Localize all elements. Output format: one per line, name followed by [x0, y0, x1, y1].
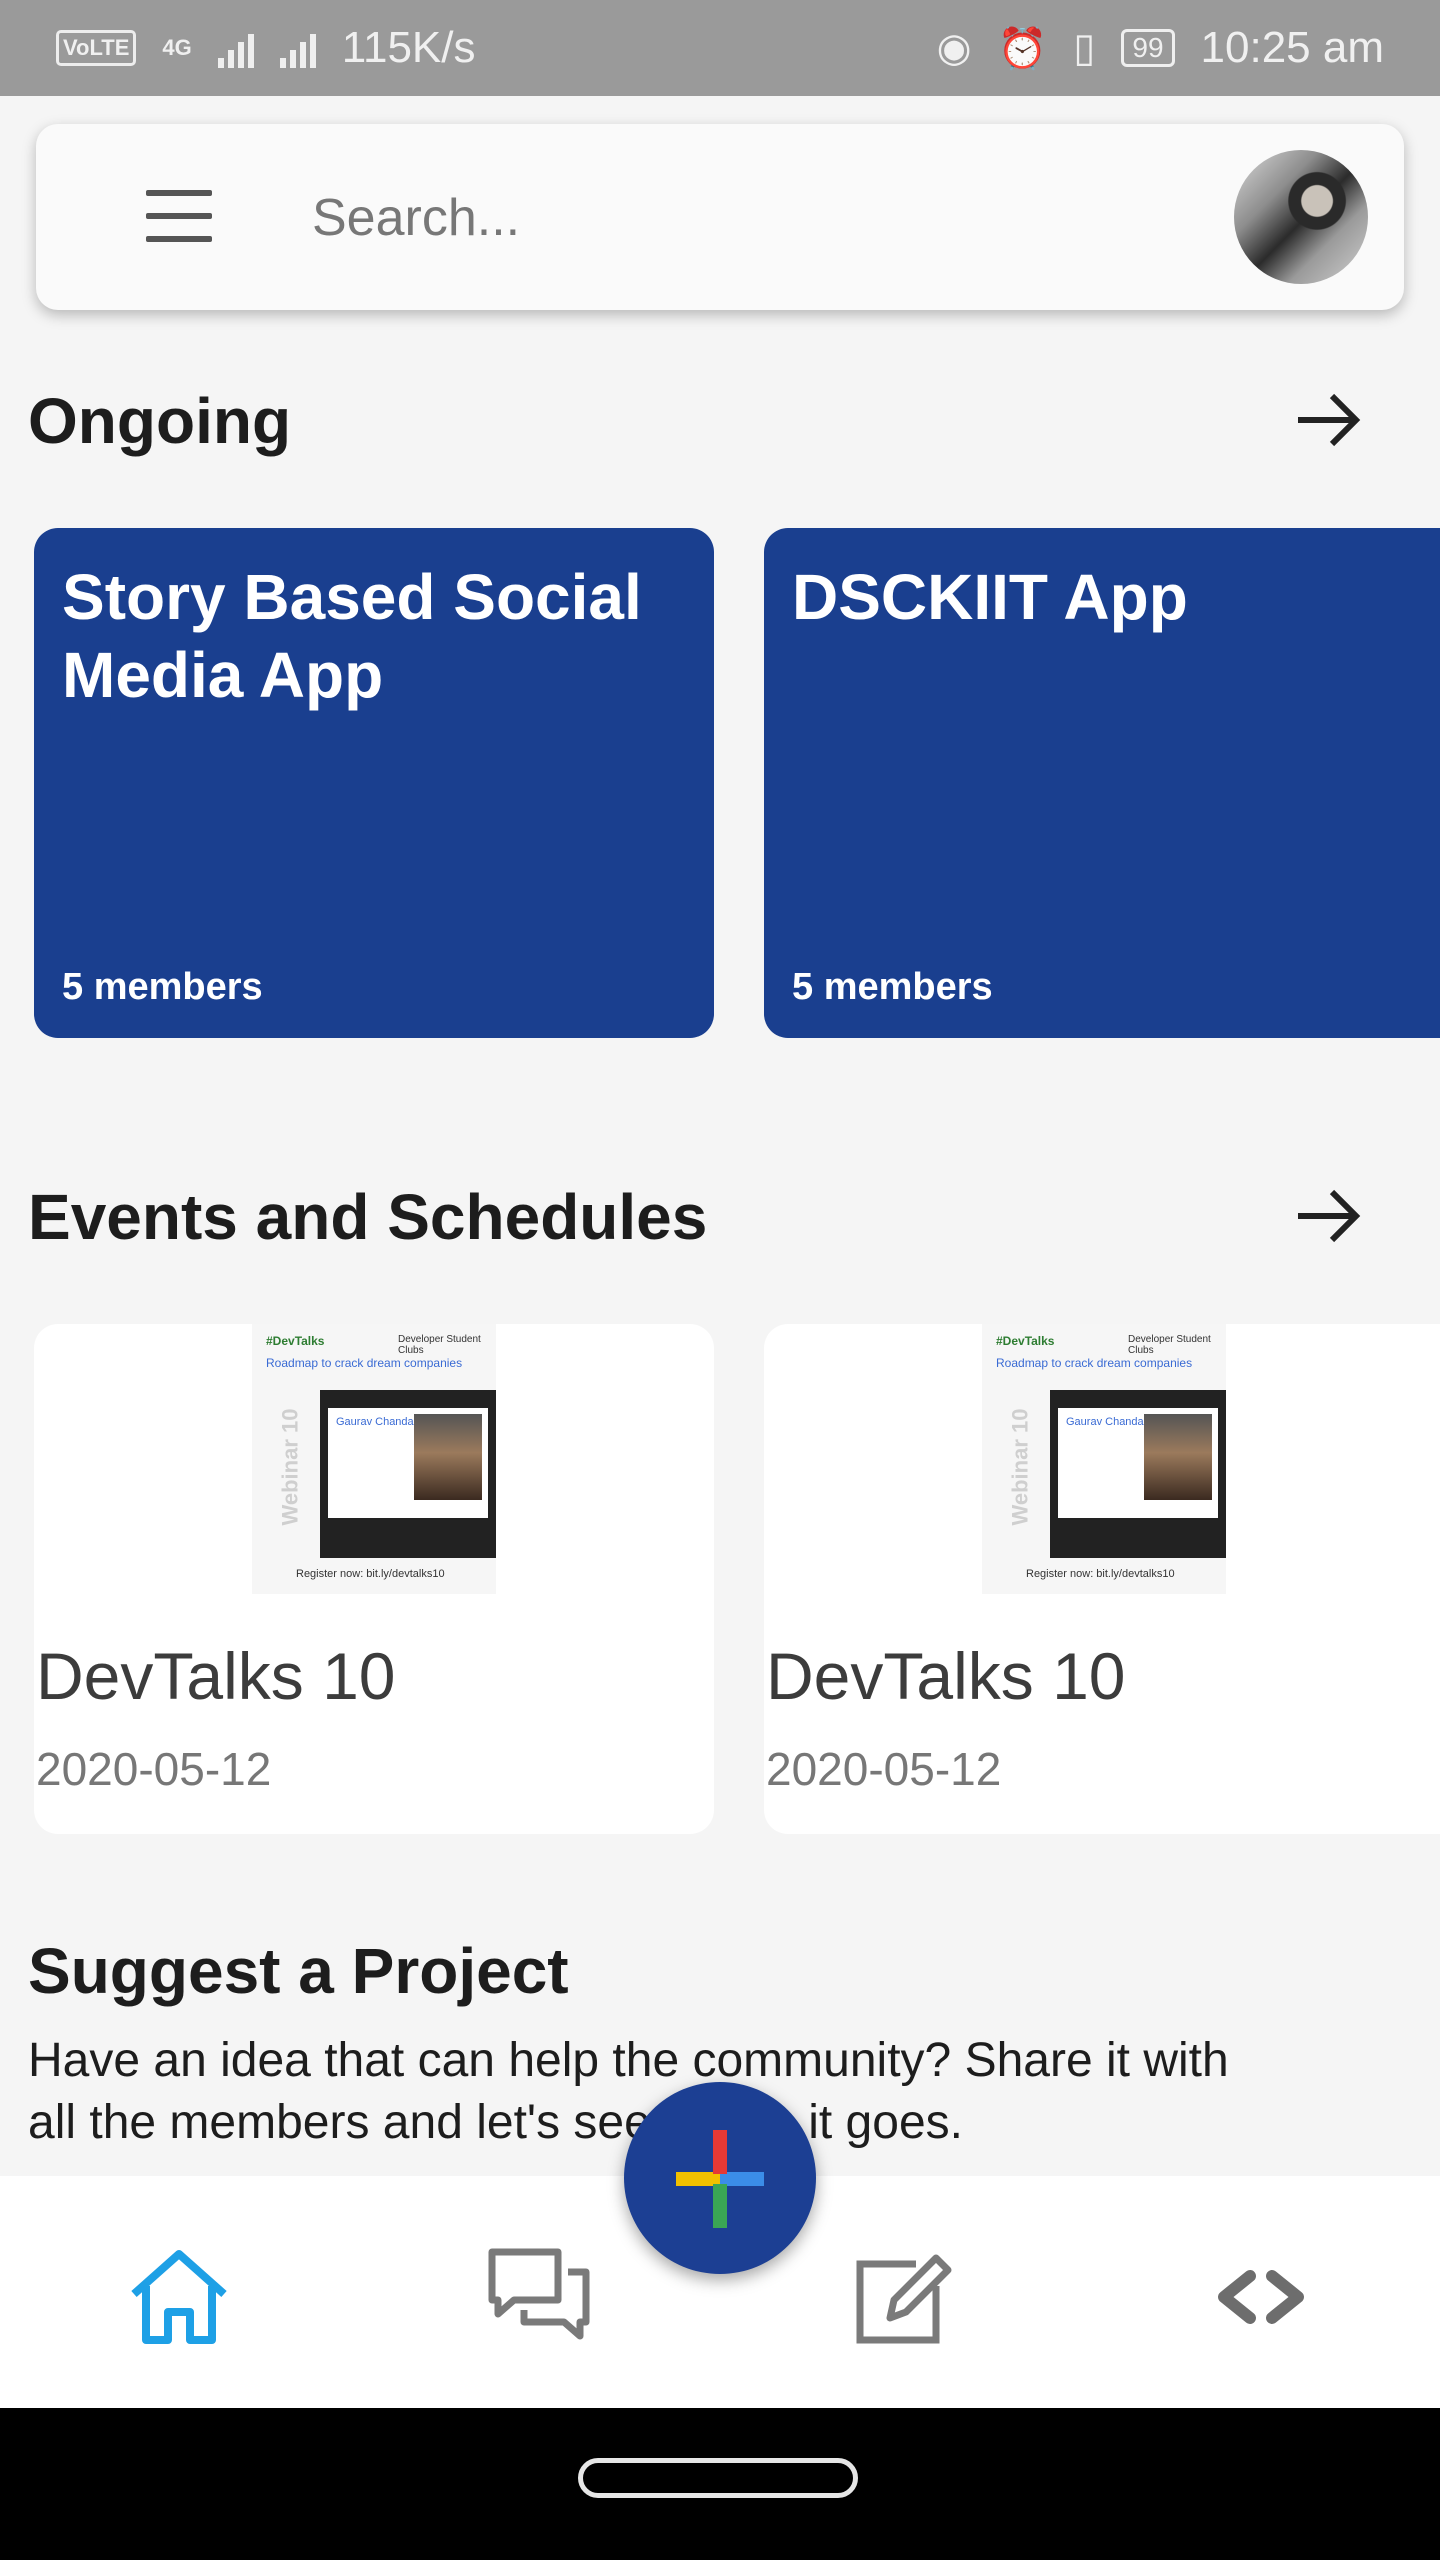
project-title: DSCKIIT App	[792, 561, 1188, 633]
ongoing-title: Ongoing	[28, 385, 292, 457]
project-title: Story Based Social Media App	[62, 561, 642, 711]
signal-icon	[217, 28, 254, 68]
add-fab-button[interactable]	[624, 2082, 816, 2274]
network-type: 4G	[162, 35, 192, 60]
event-date: 2020-05-12	[36, 1743, 272, 1795]
project-members: 5 members	[792, 966, 993, 1008]
search-bar	[36, 124, 1404, 310]
home-gesture-pill[interactable]	[578, 2458, 858, 2498]
profile-avatar[interactable]	[1234, 150, 1368, 284]
event-poster-image: #DevTalks Developer Student Clubs Roadma…	[982, 1324, 1226, 1594]
event-date: 2020-05-12	[766, 1743, 1002, 1795]
home-icon[interactable]	[124, 2242, 234, 2352]
system-navigation-bar	[0, 2408, 1440, 2560]
event-title: DevTalks 10	[36, 1639, 396, 1713]
project-members: 5 members	[62, 966, 263, 1008]
network-speed: 115K/s	[341, 23, 476, 72]
chat-icon[interactable]	[484, 2242, 594, 2352]
status-bar: VoLTE 4G 115K/s ◉ ⏰ ▯ 99 10:25 am	[0, 0, 1440, 96]
event-card[interactable]: #DevTalks Developer Student Clubs Roadma…	[764, 1324, 1440, 1834]
hamburger-menu-icon[interactable]	[146, 190, 212, 242]
project-card[interactable]: DSCKIIT App 5 members	[764, 528, 1440, 1038]
events-arrow-icon[interactable]	[1290, 1178, 1366, 1254]
vibrate-icon: ▯	[1073, 26, 1096, 70]
events-title: Events and Schedules	[28, 1181, 708, 1253]
alarm-icon: ⏰	[997, 26, 1048, 71]
eye-icon: ◉	[936, 26, 972, 70]
event-card[interactable]: #DevTalks Developer Student Clubs Roadma…	[34, 1324, 714, 1834]
volte-badge: VoLTE	[56, 30, 137, 66]
suggest-title: Suggest a Project	[28, 1935, 569, 2007]
code-icon[interactable]	[1206, 2242, 1316, 2352]
ongoing-arrow-icon[interactable]	[1290, 382, 1366, 458]
edit-icon[interactable]	[846, 2242, 956, 2352]
event-poster-image: #DevTalks Developer Student Clubs Roadma…	[252, 1324, 496, 1594]
search-input[interactable]	[310, 172, 1214, 264]
project-card[interactable]: Story Based Social Media App 5 members	[34, 528, 714, 1038]
battery-icon: 99	[1121, 29, 1175, 67]
clock: 10:25 am	[1200, 23, 1384, 72]
signal-2-icon	[279, 28, 316, 68]
event-title: DevTalks 10	[766, 1639, 1126, 1713]
